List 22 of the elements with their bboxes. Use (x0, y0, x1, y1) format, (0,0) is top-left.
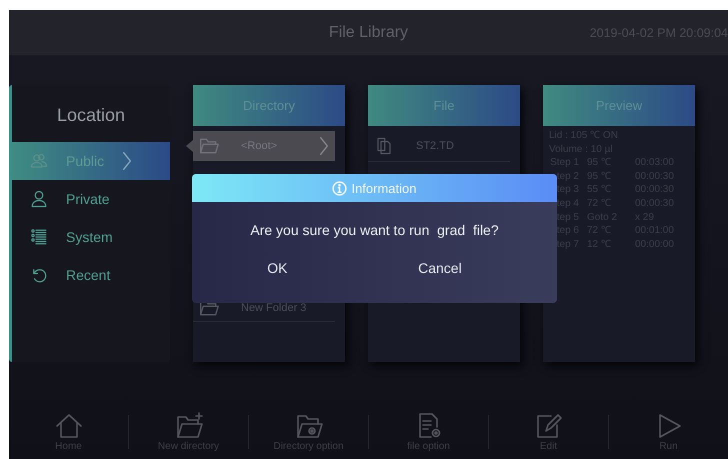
edit-icon (534, 412, 562, 440)
window-title: File Library (328, 24, 408, 42)
cancel-button[interactable]: Cancel (398, 252, 482, 284)
location-item[interactable]: Recent (12, 256, 170, 294)
folder-gear-icon (294, 412, 322, 440)
dialog-message: Are you sure you want to run grad file? (249, 221, 500, 240)
dialog-title: Information (351, 180, 417, 196)
folder-plus-icon (174, 412, 202, 440)
folder-icon (199, 137, 219, 155)
ok-button[interactable]: OK (247, 252, 308, 284)
refresh-icon (30, 266, 48, 284)
chevron-right-icon (319, 136, 329, 156)
list-icon (30, 228, 48, 246)
user-icon (30, 190, 48, 208)
location-heading: Location (56, 104, 126, 127)
users-icon (30, 152, 48, 170)
location-item[interactable]: Private (12, 180, 170, 218)
pointer-icon (186, 140, 193, 152)
location-item[interactable]: System (12, 218, 170, 256)
home-icon (54, 412, 82, 440)
info-icon (332, 180, 348, 196)
chevron-right-icon (122, 151, 132, 171)
